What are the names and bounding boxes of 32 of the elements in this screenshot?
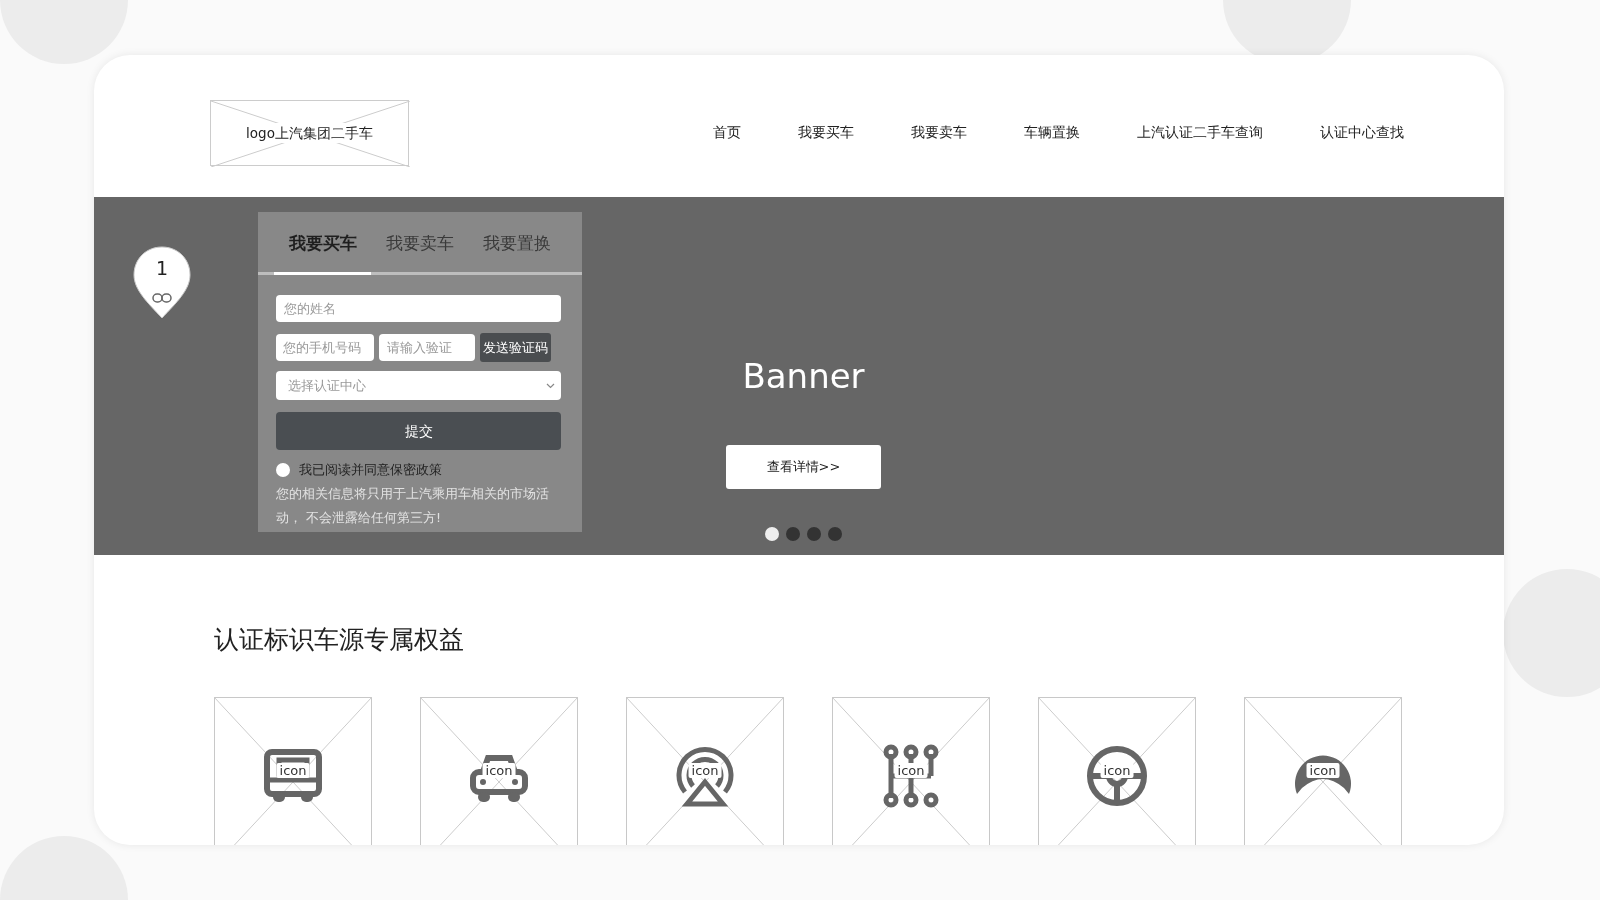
icon-label: icon — [276, 763, 310, 778]
carousel-dot[interactable] — [765, 527, 779, 541]
chevron-icon — [546, 383, 555, 390]
submit-button[interactable]: 提交 — [276, 412, 561, 450]
name-field[interactable]: 您的姓名 — [276, 295, 561, 322]
icon-label: icon — [482, 763, 516, 778]
form-tab[interactable]: 我要买车 — [274, 230, 372, 275]
carousel-dot[interactable] — [828, 527, 842, 541]
icon-label: icon — [1306, 763, 1340, 778]
icon-label: icon — [1100, 763, 1134, 778]
carousel-dot[interactable] — [786, 527, 800, 541]
banner-title: Banner — [742, 359, 865, 393]
code-field[interactable]: 请输入验证 — [379, 334, 475, 361]
section-title: 认证标识车源专属权益 — [213, 624, 465, 655]
nav-link[interactable]: 车辆置换 — [1024, 122, 1080, 143]
nav-link[interactable]: 上汽认证二手车查询 — [1137, 122, 1263, 143]
phone-field[interactable]: 您的手机号码 — [276, 334, 374, 361]
radio-button[interactable] — [276, 462, 290, 477]
icon-label: icon — [894, 763, 928, 778]
link-icon — [152, 292, 172, 303]
nav-link[interactable]: 认证中心查找 — [1320, 122, 1404, 143]
privacy-note: 您的相关信息将只用于上汽乘用车相关的市场活动， 不会泄露给任何第三方! — [276, 484, 550, 527]
send-code-button[interactable]: 发送验证码 — [480, 333, 551, 362]
details-button[interactable]: 查看详情>> — [726, 445, 881, 489]
carousel-dot[interactable] — [807, 527, 821, 541]
logo-placeholder[interactable]: logo上汽集团二手车 — [210, 100, 409, 166]
nav-link[interactable]: 我要买车 — [798, 122, 854, 143]
agree-label: 我已阅读并同意保密政策 — [299, 461, 442, 479]
nav-link[interactable]: 我要卖车 — [911, 122, 967, 143]
marker-number: 1 — [154, 259, 170, 278]
icon-label: icon — [688, 763, 722, 778]
nav-link[interactable]: 首页 — [713, 122, 741, 143]
